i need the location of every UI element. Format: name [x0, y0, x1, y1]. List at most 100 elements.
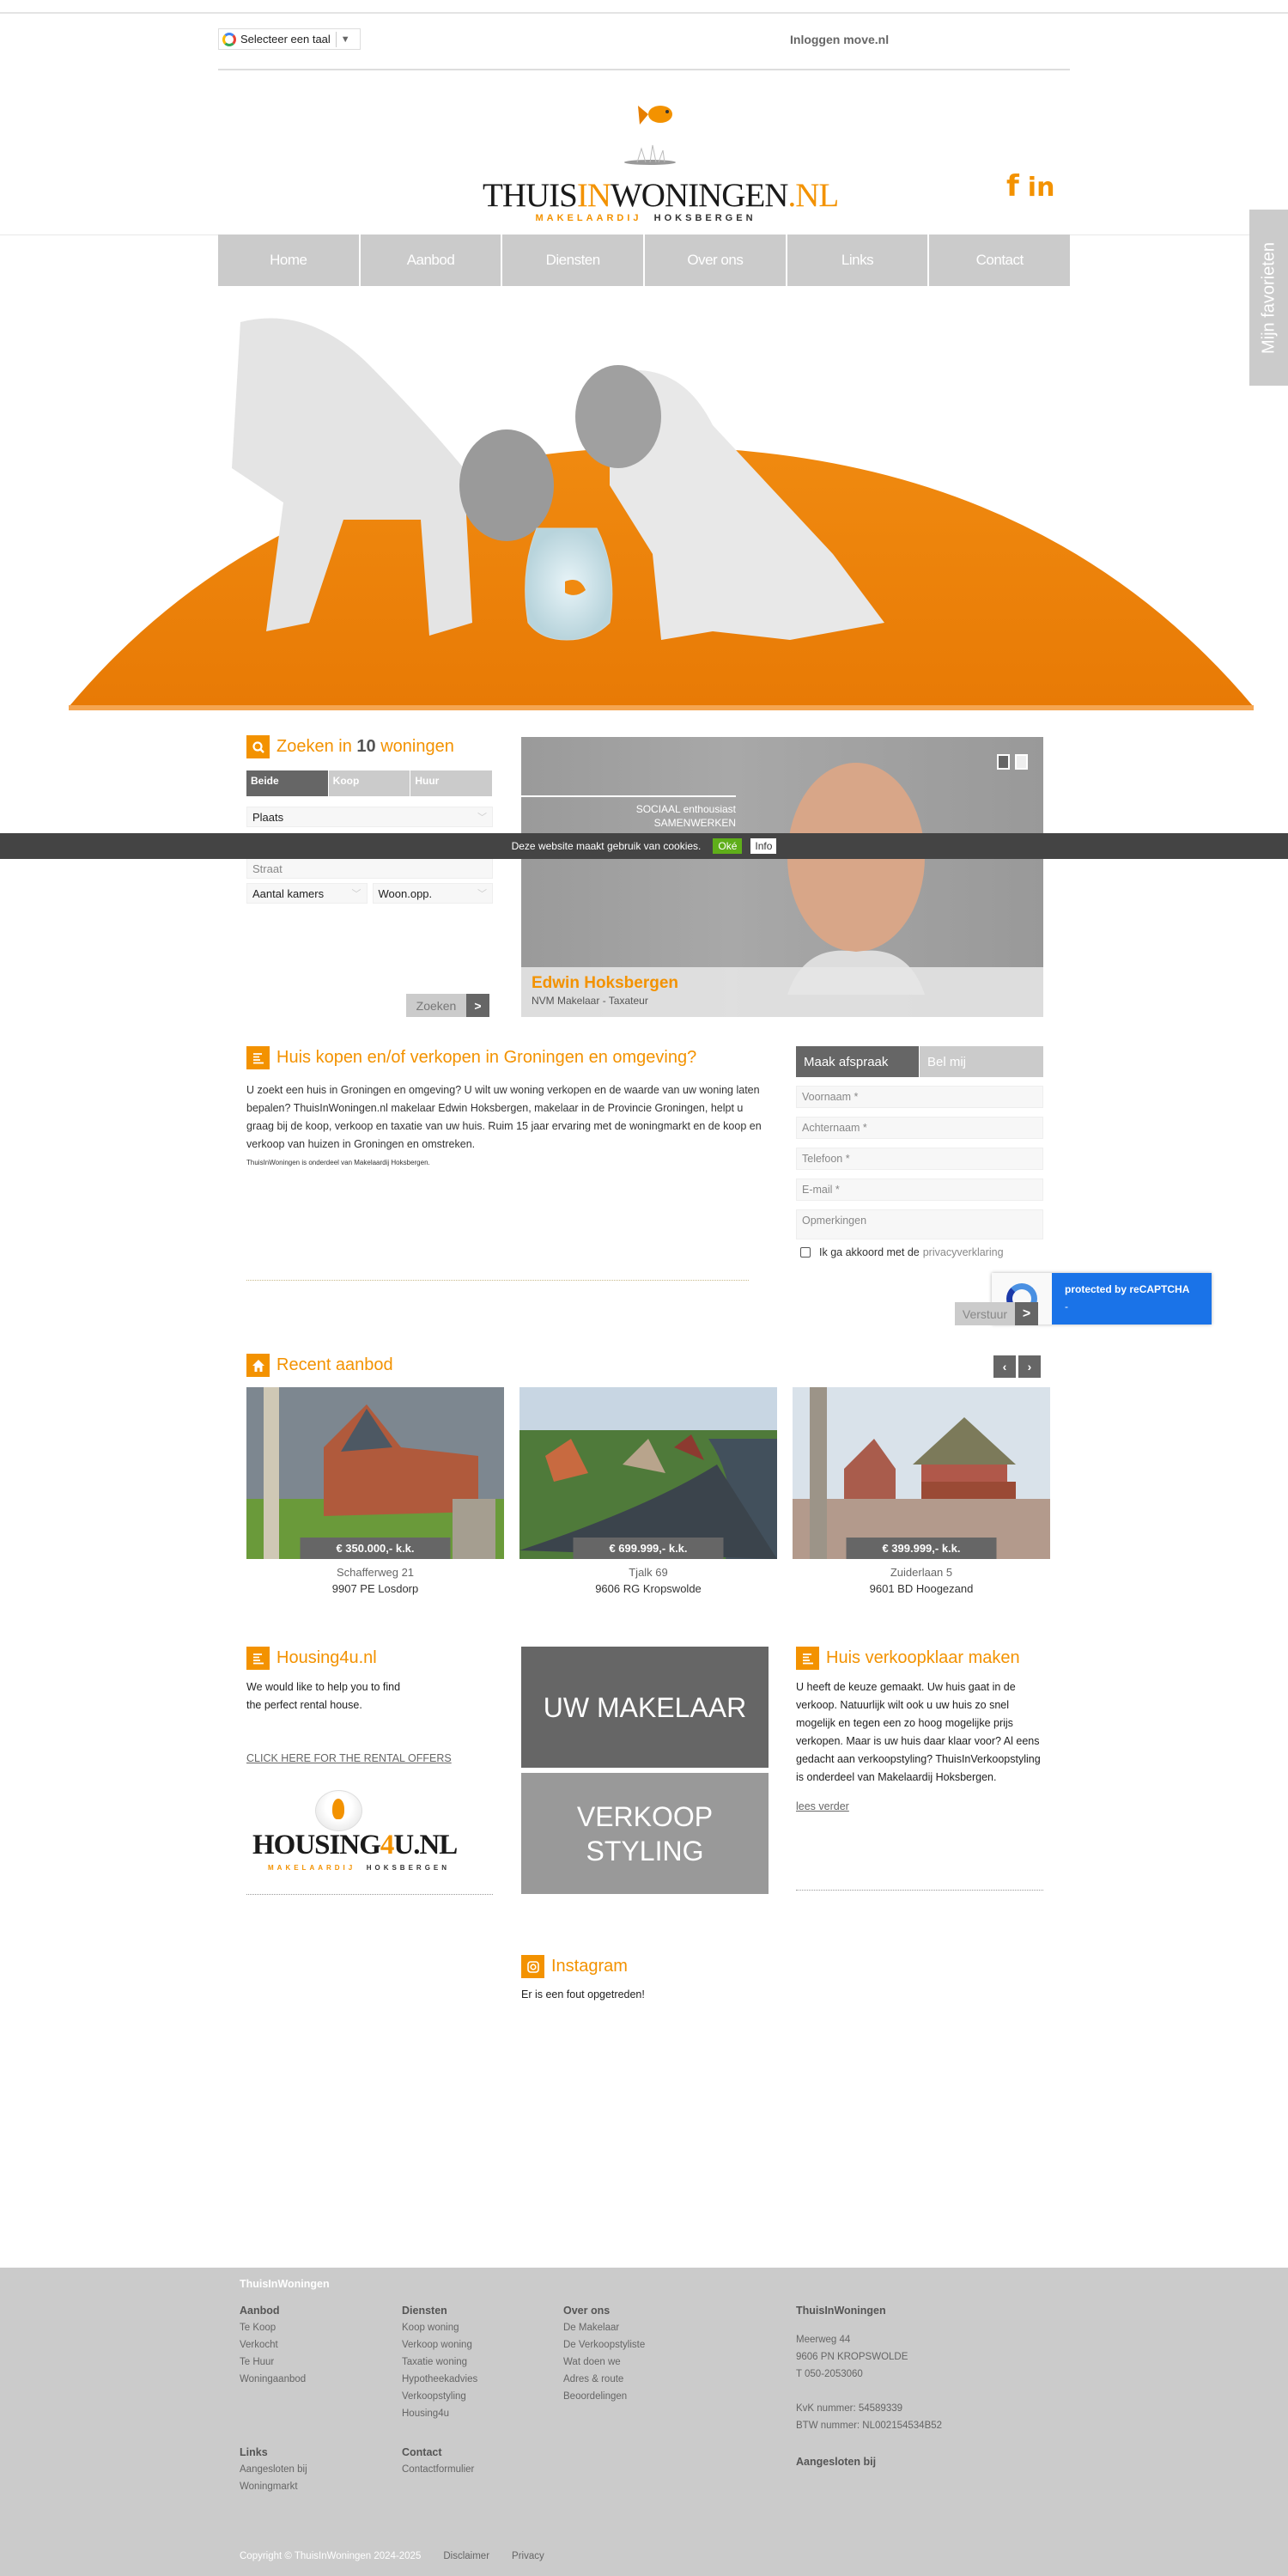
appointment-form: Maak afspraak Bel mij Voornaam * Achtern… [796, 1046, 1043, 1258]
language-selector[interactable]: Selecteer een taal ▼ [218, 28, 361, 50]
footer-link[interactable]: Contactformulier [402, 2461, 474, 2478]
chevron-down-icon: ﹀ [351, 889, 361, 899]
footer-link[interactable]: Aangesloten bij [240, 2461, 307, 2478]
footer-col-contact: Contact Contactformulier [402, 2444, 474, 2478]
email-field[interactable]: E-mail * [796, 1178, 1043, 1201]
submit-button[interactable]: Verstuur > [955, 1302, 1038, 1325]
footer-link[interactable]: Verkoopstyling [402, 2388, 477, 2405]
disclaimer-link[interactable]: Disclaimer [443, 2551, 489, 2561]
footer-link[interactable]: Hypotheekadvies [402, 2371, 477, 2388]
nav-aanbod[interactable]: Aanbod [361, 234, 503, 286]
site-logo[interactable]: THUISINWONINGEN.NL MAKELAARDIJ HOKSBERGE… [483, 90, 839, 228]
tab-beide[interactable]: Beide [246, 770, 328, 796]
property-city: 9907 PE Losdorp [331, 1582, 419, 1595]
rental-offers-link[interactable]: CLICK HERE FOR THE RENTAL OFFERS [246, 1752, 493, 1764]
housing4u-title: Housing4u.nl [276, 1648, 377, 1667]
agent-photo [787, 763, 925, 995]
privacy-link[interactable]: privacyverklaring [923, 1246, 1004, 1258]
agent-role: NVM Makelaar - Taxateur [532, 995, 648, 1007]
tab-bel-mij[interactable]: Bel mij [920, 1046, 1043, 1077]
search-panel: Zoeken in 10 woningen Beide Koop Huur Pl… [246, 735, 493, 904]
lastname-field[interactable]: Achternaam * [796, 1117, 1043, 1139]
footer-link[interactable]: Te Huur [240, 2354, 306, 2371]
footer-link[interactable]: Woningmarkt [240, 2478, 307, 2495]
footer-col-aanbod: Aanbod Te Koop Verkocht Te Huur Woningaa… [240, 2302, 306, 2388]
property-card[interactable]: € 399.999,- k.k. Zuiderlaan 5 9601 BD Ho… [793, 1387, 1050, 1595]
rooms-select[interactable]: Aantal kamers ﹀ [246, 883, 368, 904]
street-input[interactable]: Straat [246, 858, 493, 879]
chevron-right-icon: > [1015, 1302, 1038, 1325]
consent-checkbox[interactable] [800, 1247, 811, 1258]
footer-link[interactable]: Verkoop woning [402, 2336, 477, 2354]
about-note: ThuisInWoningen is onderdeel van Makelaa… [246, 1159, 430, 1166]
property-street: Zuiderlaan 5 [890, 1566, 953, 1579]
home-icon [246, 1354, 270, 1377]
remarks-textarea[interactable]: Opmerkingen [796, 1209, 1043, 1239]
main-nav: Home Aanbod Diensten Over ons Links Cont… [218, 234, 1070, 286]
instagram-icon [521, 1955, 544, 1978]
footer-link[interactable]: Taxatie woning [402, 2354, 477, 2371]
read-more-link[interactable]: lees verder [796, 1800, 1043, 1812]
login-link[interactable]: Inloggen move.nl [790, 33, 889, 46]
linkedin-icon[interactable]: in [1028, 175, 1055, 201]
footer-link[interactable]: De Verkoopstyliste [563, 2336, 645, 2354]
nav-links[interactable]: Links [787, 234, 930, 286]
tab-huur[interactable]: Huur [410, 770, 493, 796]
property-street: Tjalk 69 [629, 1566, 668, 1579]
slider-dot-2[interactable] [1015, 754, 1028, 770]
logo-tagline: MAKELAARDIJ HOKSBERGEN [535, 213, 756, 223]
housing4u-logo[interactable]: HOUSING4U.NL MAKELAARDIJ HOKSBERGEN [246, 1790, 493, 1885]
nav-diensten[interactable]: Diensten [502, 234, 646, 286]
google-icon [222, 32, 236, 46]
housing4u-section: Housing4u.nl We would like to help you t… [246, 1647, 493, 1885]
chevron-down-icon: ﹀ [477, 813, 487, 823]
nav-contact[interactable]: Contact [929, 234, 1070, 286]
instagram-title: Instagram [551, 1957, 628, 1976]
property-list: € 350.000,- k.k. Schafferweg 21 9907 PE … [246, 1387, 1050, 1595]
nav-over-ons[interactable]: Over ons [645, 234, 787, 286]
slider-dots [997, 754, 1028, 770]
agent-name: Edwin Hoksbergen [532, 974, 679, 992]
footer-link[interactable]: Beoordelingen [563, 2388, 645, 2405]
footer-link[interactable]: Woningaanbod [240, 2371, 306, 2388]
property-card[interactable]: € 699.999,- k.k. Tjalk 69 9606 RG Kropsw… [519, 1387, 777, 1595]
footer-link[interactable]: Te Koop [240, 2319, 306, 2336]
footer-link[interactable]: Koop woning [402, 2319, 477, 2336]
footer-link[interactable]: Adres & route [563, 2371, 645, 2388]
topbar-divider [218, 69, 1070, 70]
tab-koop[interactable]: Koop [328, 770, 410, 796]
slider-dot-1[interactable] [997, 754, 1010, 770]
cookie-info-button[interactable]: Info [750, 838, 777, 854]
property-card[interactable]: € 350.000,- k.k. Schafferweg 21 9907 PE … [246, 1387, 504, 1595]
goldfish-icon [638, 106, 672, 125]
cookie-banner: Deze website maakt gebruik van cookies. … [0, 833, 1288, 859]
carousel-next-button[interactable]: › [1018, 1355, 1041, 1378]
nav-home[interactable]: Home [218, 234, 361, 286]
cookie-ok-button[interactable]: Oké [713, 838, 743, 854]
footer-link[interactable]: Housing4u [402, 2405, 477, 2422]
phone-field[interactable]: Telefoon * [796, 1148, 1043, 1170]
text-lines-icon [246, 1647, 270, 1670]
footer-col-links: Links Aangesloten bij Woningmarkt [240, 2444, 307, 2495]
firstname-field[interactable]: Voornaam * [796, 1086, 1043, 1108]
about-body: U zoekt een huis in Groningen en omgevin… [246, 1084, 762, 1150]
verkoopstyling-tile[interactable]: VERKOOP STYLING [521, 1773, 769, 1894]
place-select[interactable]: Plaats ﹀ [246, 807, 493, 827]
tab-maak-afspraak[interactable]: Maak afspraak [796, 1046, 919, 1077]
area-select[interactable]: Woon.opp. ﹀ [372, 883, 493, 904]
footer-link[interactable]: Wat doen we [563, 2354, 645, 2371]
uw-makelaar-tile[interactable]: UW MAKELAAR [521, 1647, 769, 1768]
footer-link[interactable]: Verkocht [240, 2336, 306, 2354]
property-price: € 699.999,- k.k. [573, 1538, 724, 1559]
facebook-icon[interactable]: f [1006, 172, 1019, 201]
search-button[interactable]: Zoeken > [406, 994, 489, 1017]
property-price: € 399.999,- k.k. [846, 1538, 997, 1559]
logo-wordmark: THUISINWONINGEN.NL [483, 177, 839, 214]
privacy-link[interactable]: Privacy [512, 2551, 544, 2561]
footer-link[interactable]: De Makelaar [563, 2319, 645, 2336]
carousel-prev-button[interactable]: ‹ [993, 1355, 1016, 1378]
property-street: Schafferweg 21 [336, 1566, 415, 1579]
chevron-down-icon: ﹀ [477, 889, 487, 899]
property-photo: € 699.999,- k.k. [519, 1387, 777, 1559]
hero-banner [69, 318, 1254, 710]
